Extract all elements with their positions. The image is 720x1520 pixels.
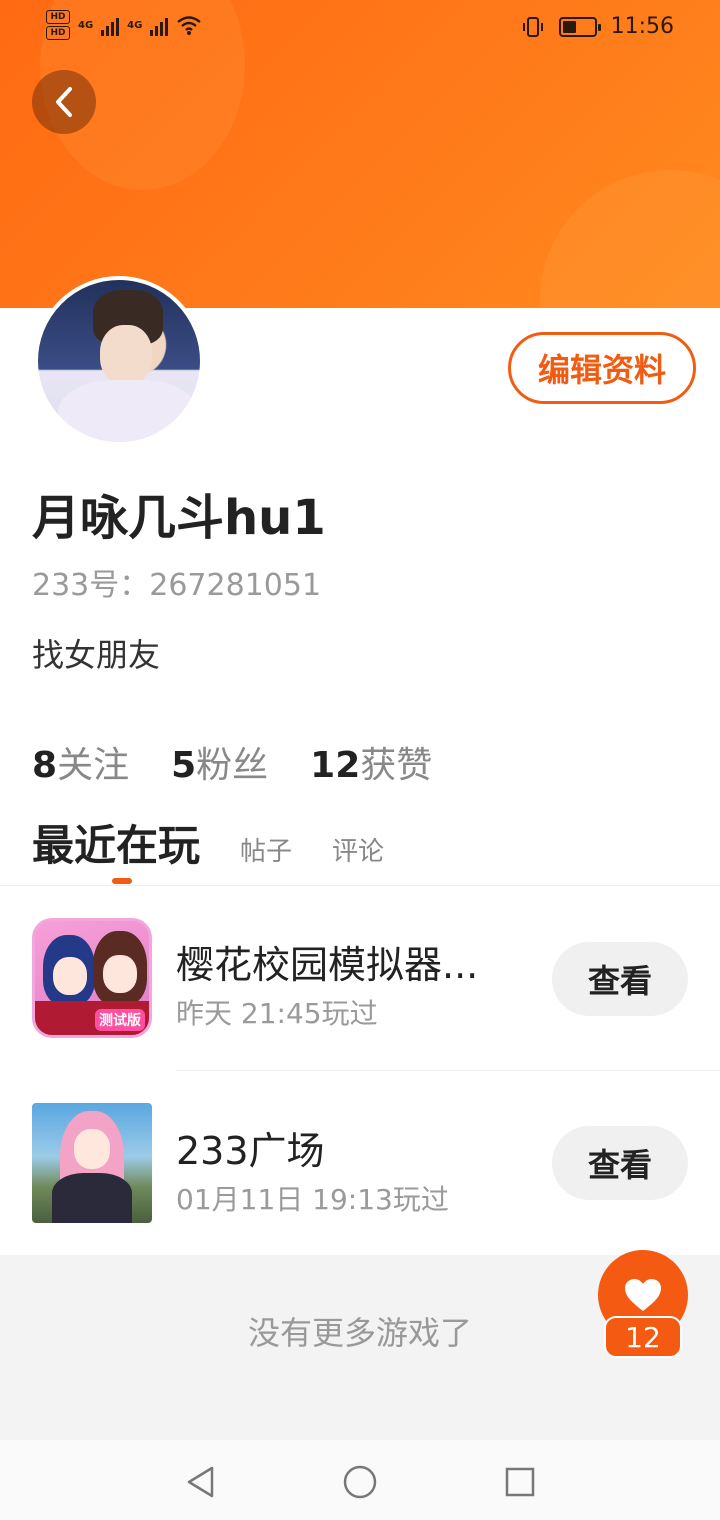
tab-posts[interactable]: 帖子: [240, 831, 292, 868]
battery-level: [562, 20, 577, 33]
user-bio: 找女朋友: [32, 636, 161, 674]
divider: [0, 885, 720, 886]
divider: [176, 1070, 720, 1071]
tab-recent-played[interactable]: 最近在玩: [32, 812, 201, 884]
triangle-back-icon: [187, 1466, 214, 1498]
icon-art: [103, 955, 137, 993]
hd-icon: HD: [46, 10, 70, 24]
tab-comments[interactable]: 评论: [332, 831, 384, 868]
stat-label: 粉丝: [196, 745, 269, 786]
profile-stats: 8 关注 5 粉丝 12 获赞: [32, 736, 432, 788]
square-recents-icon: [505, 1467, 535, 1497]
signal-icon: [150, 14, 169, 36]
game-list-item[interactable]: 测试版 樱花校园模拟器... 昨天 21:45玩过 查看: [0, 908, 720, 1058]
hd-icon: HD: [46, 26, 70, 40]
tab-label: 最近在玩: [32, 821, 201, 870]
wifi-icon: [177, 16, 202, 35]
user-id: 233号：267281051: [32, 568, 322, 603]
network-type-label: 4G: [127, 19, 143, 31]
view-button[interactable]: 查看: [552, 942, 688, 1016]
game-icon: 测试版: [32, 918, 152, 1038]
stat-number: 8: [32, 745, 58, 786]
edit-profile-button[interactable]: 编辑资料: [508, 332, 696, 404]
tab-active-indicator: [112, 878, 132, 884]
back-button[interactable]: [32, 70, 96, 134]
game-icon: [32, 1103, 152, 1223]
icon-art: [52, 1173, 132, 1223]
icon-art: [53, 957, 87, 995]
profile-page: HD HD 4G 4G 11:56 编辑资料 月咏几斗hu1 233号：2672…: [0, 0, 720, 1520]
stat-label: 关注: [57, 745, 130, 786]
clock: 11:56: [610, 14, 674, 39]
status-bar-left: HD HD 4G 4G: [46, 10, 202, 40]
view-button[interactable]: 查看: [552, 1126, 688, 1200]
like-count-badge: 12: [604, 1316, 682, 1358]
avatar-shirt: [58, 380, 198, 442]
username: 月咏几斗hu1: [32, 490, 326, 546]
heart-icon: [625, 1279, 661, 1311]
avatar[interactable]: [34, 276, 204, 446]
stat-following[interactable]: 8 关注: [32, 736, 129, 788]
status-bar-right: 11:56: [521, 14, 674, 39]
game-played-time: 01月11日 19:13玩过: [176, 1183, 449, 1216]
game-list-item[interactable]: 233广场 01月11日 19:13玩过 查看: [0, 1092, 720, 1242]
test-version-badge: 测试版: [95, 1009, 145, 1031]
hd-indicators: HD HD: [46, 10, 70, 40]
game-played-time: 昨天 21:45玩过: [176, 997, 378, 1030]
network-type-label: 4G: [78, 19, 94, 31]
stat-number: 12: [310, 745, 361, 786]
avatar-face: [100, 325, 152, 385]
profile-header-banner: HD HD 4G 4G 11:56: [0, 0, 720, 308]
icon-art: [74, 1129, 110, 1169]
chevron-left-icon: [56, 87, 72, 117]
nav-back-button[interactable]: [180, 1462, 220, 1502]
banner-decoration: [540, 170, 720, 308]
nav-home-button[interactable]: [340, 1462, 380, 1502]
circle-home-icon: [343, 1465, 377, 1499]
game-title: 233广场: [176, 1129, 325, 1173]
signal-icon: [101, 14, 120, 36]
stat-followers[interactable]: 5 粉丝: [171, 736, 268, 788]
stat-likes[interactable]: 12 获赞: [310, 736, 432, 788]
vibrate-icon: [522, 16, 543, 37]
game-title: 樱花校园模拟器...: [176, 943, 479, 987]
profile-tabs: 最近在玩 帖子 评论: [32, 812, 384, 884]
system-nav-bar: [0, 1440, 720, 1520]
battery-icon: [558, 16, 601, 37]
stat-label: 获赞: [360, 745, 433, 786]
status-bar: HD HD 4G 4G 11:56: [0, 0, 720, 56]
nav-recents-button[interactable]: [500, 1462, 540, 1502]
stat-number: 5: [171, 745, 197, 786]
